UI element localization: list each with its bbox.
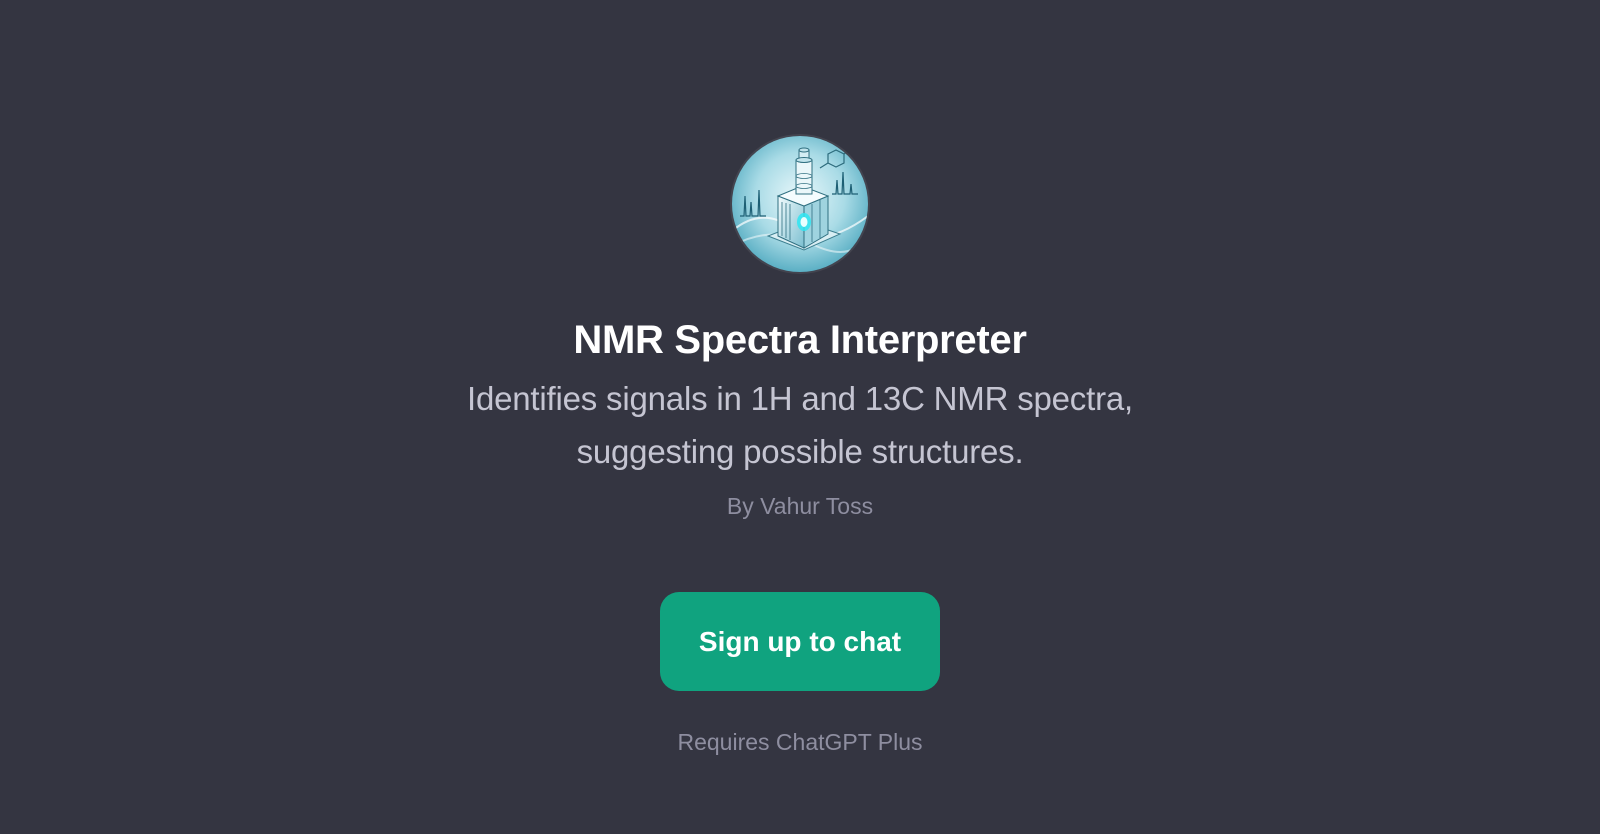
sign-up-to-chat-button[interactable]: Sign up to chat bbox=[660, 592, 940, 691]
plan-requirement-note: Requires ChatGPT Plus bbox=[677, 729, 923, 755]
gpt-avatar bbox=[732, 136, 868, 272]
nmr-spectrometer-icon bbox=[732, 136, 868, 272]
gpt-landing-page: NMR Spectra Interpreter Identifies signa… bbox=[0, 0, 1600, 834]
gpt-title: NMR Spectra Interpreter bbox=[573, 318, 1027, 362]
gpt-author: By Vahur Toss bbox=[726, 493, 874, 519]
gpt-description: Identifies signals in 1H and 13C NMR spe… bbox=[467, 380, 1133, 470]
